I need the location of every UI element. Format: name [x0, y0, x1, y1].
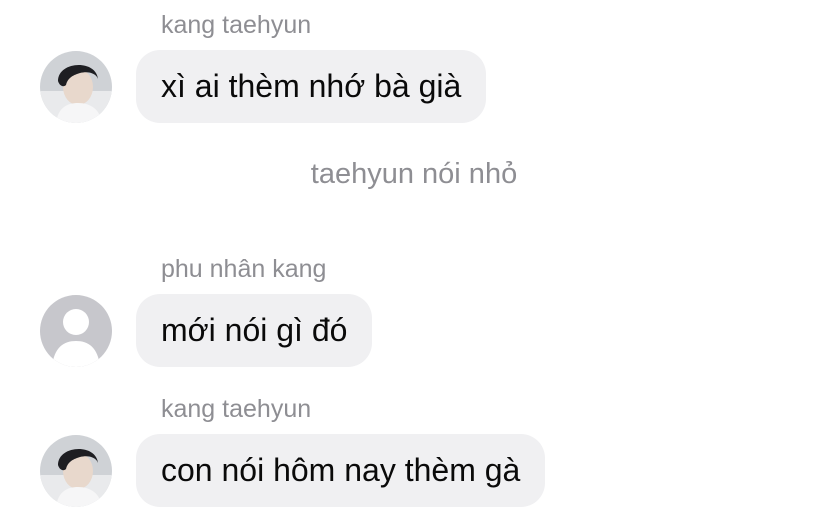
sender-name: phu nhân kang	[161, 255, 327, 283]
message-bubble[interactable]: xì ai thèm nhớ bà già	[136, 50, 487, 123]
avatar-photo-icon	[40, 51, 112, 123]
avatar-photo-icon	[40, 435, 112, 507]
sender-name: kang taehyun	[161, 395, 312, 423]
message-bubble[interactable]: mới nói gì đó	[136, 294, 373, 367]
sender-name: kang taehyun	[161, 11, 312, 39]
system-note: taehyun nói nhỏ	[310, 158, 518, 190]
chat-thread: kang taehyun xì ai thèm nhớ bà già taehy…	[0, 0, 828, 520]
user-photo-avatar[interactable]	[40, 51, 112, 123]
person-placeholder-icon	[40, 295, 112, 367]
default-person-avatar[interactable]	[40, 295, 112, 367]
message-bubble[interactable]: con nói hôm nay thèm gà	[136, 434, 546, 507]
user-photo-avatar[interactable]	[40, 435, 112, 507]
